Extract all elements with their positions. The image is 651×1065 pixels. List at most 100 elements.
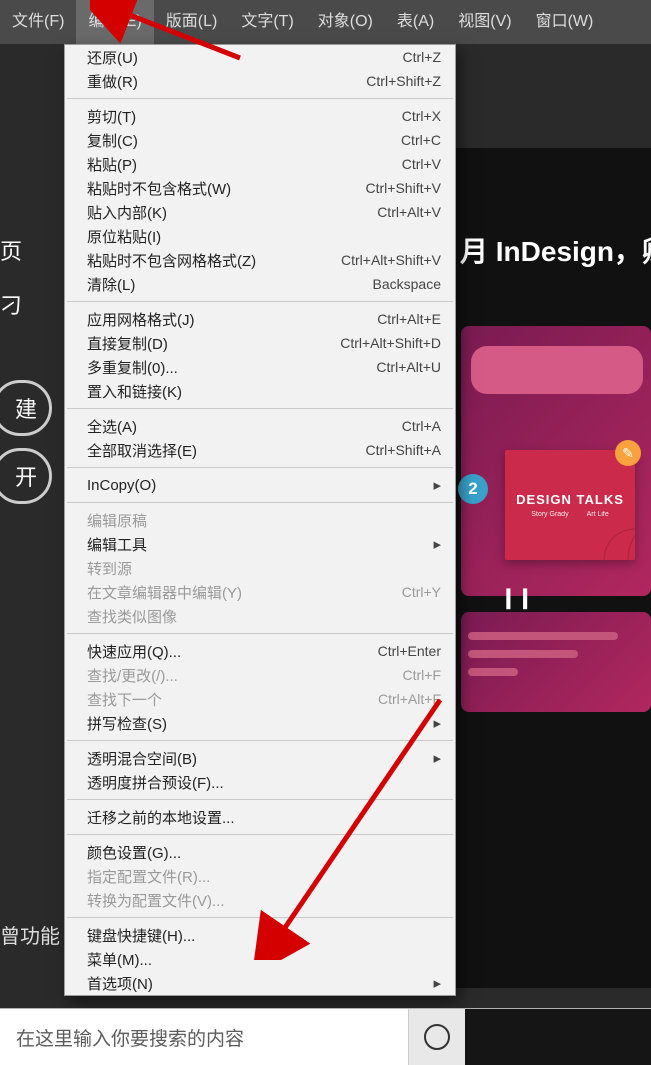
menu-item[interactable]: 快速应用(Q)...Ctrl+Enter bbox=[65, 639, 455, 663]
menu-item-label: 编辑原稿 bbox=[87, 510, 441, 531]
menu-item-shortcut: Ctrl+Shift+V bbox=[366, 180, 441, 196]
menu-item[interactable]: 粘贴时不包含网格格式(Z)Ctrl+Alt+Shift+V bbox=[65, 248, 455, 272]
cortana-button[interactable] bbox=[408, 1009, 465, 1065]
menu-item-label: 快速应用(Q)... bbox=[87, 641, 378, 662]
menu-item[interactable]: 多重复制(0)...Ctrl+Alt+U bbox=[65, 355, 455, 379]
menu-item-shortcut: Ctrl+V bbox=[402, 156, 441, 172]
menu-item[interactable]: 清除(L)Backspace bbox=[65, 272, 455, 296]
progress-bars bbox=[468, 632, 638, 676]
menu-item[interactable]: 颜色设置(G)... bbox=[65, 840, 455, 864]
menu-item-label: 键盘快捷键(H)... bbox=[87, 925, 441, 946]
menu-item-shortcut: Ctrl+Alt+E bbox=[377, 311, 441, 327]
menu-item[interactable]: 还原(U)Ctrl+Z bbox=[65, 45, 455, 69]
menu-item[interactable]: 置入和链接(K) bbox=[65, 379, 455, 403]
menu-item-label: 转到源 bbox=[87, 558, 441, 579]
menu-item-shortcut: Ctrl+Shift+Z bbox=[366, 73, 441, 89]
menu-item-label: 置入和链接(K) bbox=[87, 381, 441, 402]
menu-separator bbox=[67, 917, 453, 918]
menu-item-label: 查找/更改(/)... bbox=[87, 665, 403, 686]
create-button[interactable]: 建 bbox=[0, 380, 52, 436]
menu-separator bbox=[67, 408, 453, 409]
bridge-illustration bbox=[505, 520, 635, 560]
pause-icon[interactable]: ❙❙ bbox=[500, 585, 534, 610]
menu-separator bbox=[67, 301, 453, 302]
menu-item[interactable]: 重做(R)Ctrl+Shift+Z bbox=[65, 69, 455, 93]
cortana-icon bbox=[424, 1024, 450, 1050]
menu-item[interactable]: 原位粘贴(I) bbox=[65, 224, 455, 248]
menu-item-shortcut: Ctrl+Y bbox=[402, 584, 441, 600]
menu-item-label: 编辑工具 bbox=[87, 534, 433, 555]
menu-item[interactable]: 透明度拼合预设(F)... bbox=[65, 770, 455, 794]
open-button[interactable]: 开 bbox=[0, 448, 52, 504]
menu-item[interactable]: 拼写检查(S)▸ bbox=[65, 711, 455, 735]
menu-item[interactable]: 迁移之前的本地设置... bbox=[65, 805, 455, 829]
menu-item-label: 贴入内部(K) bbox=[87, 202, 377, 223]
menu-item: 查找/更改(/)...Ctrl+F bbox=[65, 663, 455, 687]
menu-table[interactable]: 表(A) bbox=[385, 0, 446, 44]
menu-item-label: 拼写检查(S) bbox=[87, 713, 433, 734]
menu-item[interactable]: 菜单(M)... bbox=[65, 947, 455, 971]
menu-item-shortcut: Ctrl+X bbox=[402, 108, 441, 124]
menu-object[interactable]: 对象(O) bbox=[306, 0, 385, 44]
menu-item-label: 粘贴时不包含格式(W) bbox=[87, 178, 366, 199]
menu-item[interactable]: 复制(C)Ctrl+C bbox=[65, 128, 455, 152]
menu-separator bbox=[67, 633, 453, 634]
menu-item[interactable]: 全部取消选择(E)Ctrl+Shift+A bbox=[65, 438, 455, 462]
menu-item[interactable]: 全选(A)Ctrl+A bbox=[65, 414, 455, 438]
menu-separator bbox=[67, 502, 453, 503]
menu-item-label: 迁移之前的本地设置... bbox=[87, 807, 441, 828]
menu-item-label: 全选(A) bbox=[87, 416, 402, 437]
play-step-badge: 2 bbox=[458, 474, 488, 504]
menu-item[interactable]: InCopy(O)▸ bbox=[65, 473, 455, 497]
menu-item[interactable]: 剪切(T)Ctrl+X bbox=[65, 104, 455, 128]
menu-item-label: 多重复制(0)... bbox=[87, 357, 376, 378]
design-talks-card: ✎ DESIGN TALKS Story Grady Art Life bbox=[505, 450, 635, 560]
edit-menu-dropdown: 还原(U)Ctrl+Z重做(R)Ctrl+Shift+Z 剪切(T)Ctrl+X复… bbox=[64, 44, 456, 996]
card-sub-1: Story Grady bbox=[531, 511, 568, 518]
menu-item-label: 查找下一个 bbox=[87, 689, 378, 710]
taskbar: 在这里输入你要搜索的内容 bbox=[0, 1008, 651, 1065]
menu-item[interactable]: 首选项(N)▸ bbox=[65, 971, 455, 995]
taskbar-search-input[interactable]: 在这里输入你要搜索的内容 bbox=[0, 1009, 408, 1065]
menu-item-label: 透明度拼合预设(F)... bbox=[87, 772, 441, 793]
menu-item: 编辑原稿 bbox=[65, 508, 455, 532]
menu-item: 转换为配置文件(V)... bbox=[65, 888, 455, 912]
menu-item-label: 查找类似图像 bbox=[87, 606, 441, 627]
menu-item-shortcut: Ctrl+C bbox=[401, 132, 441, 148]
menu-item-shortcut: Ctrl+Alt+V bbox=[377, 204, 441, 220]
menu-separator bbox=[67, 740, 453, 741]
menu-file[interactable]: 文件(F) bbox=[0, 0, 76, 44]
menu-item[interactable]: 应用网格格式(J)Ctrl+Alt+E bbox=[65, 307, 455, 331]
menubar: 文件(F) 编辑(E) 版面(L) 文字(T) 对象(O) 表(A) 视图(V)… bbox=[0, 0, 651, 44]
menu-edit[interactable]: 编辑(E) bbox=[76, 0, 153, 44]
menu-item-shortcut: Ctrl+A bbox=[402, 418, 441, 434]
menu-item-shortcut: Ctrl+F bbox=[403, 667, 442, 683]
menu-item-label: 在文章编辑器中编辑(Y) bbox=[87, 582, 402, 603]
menu-item[interactable]: 粘贴时不包含格式(W)Ctrl+Shift+V bbox=[65, 176, 455, 200]
menu-layout[interactable]: 版面(L) bbox=[154, 0, 230, 44]
menu-item[interactable]: 贴入内部(K)Ctrl+Alt+V bbox=[65, 200, 455, 224]
menu-view[interactable]: 视图(V) bbox=[446, 0, 523, 44]
submenu-arrow-icon: ▸ bbox=[433, 476, 441, 494]
menu-item-shortcut: Ctrl+Alt+Shift+D bbox=[340, 335, 441, 351]
menu-item-label: 转换为配置文件(V)... bbox=[87, 890, 441, 911]
menu-item[interactable]: 编辑工具▸ bbox=[65, 532, 455, 556]
menu-window[interactable]: 窗口(W) bbox=[524, 0, 606, 44]
menu-item-label: 应用网格格式(J) bbox=[87, 309, 377, 330]
menu-separator bbox=[67, 98, 453, 99]
menu-item-label: 菜单(M)... bbox=[87, 949, 441, 970]
menu-item: 查找下一个Ctrl+Alt+F bbox=[65, 687, 455, 711]
menu-item[interactable]: 粘贴(P)Ctrl+V bbox=[65, 152, 455, 176]
menu-item-shortcut: Ctrl+Shift+A bbox=[366, 442, 441, 458]
menu-type[interactable]: 文字(T) bbox=[229, 0, 305, 44]
submenu-arrow-icon: ▸ bbox=[433, 714, 441, 732]
menu-item-label: 透明混合空间(B) bbox=[87, 748, 433, 769]
menu-item[interactable]: 键盘快捷键(H)... bbox=[65, 923, 455, 947]
menu-item-label: 直接复制(D) bbox=[87, 333, 340, 354]
left-page-label: 页 bbox=[0, 234, 22, 266]
menu-item-shortcut: Ctrl+Enter bbox=[378, 643, 441, 659]
menu-item-label: 还原(U) bbox=[87, 47, 403, 68]
menu-item[interactable]: 直接复制(D)Ctrl+Alt+Shift+D bbox=[65, 331, 455, 355]
menu-item[interactable]: 透明混合空间(B)▸ bbox=[65, 746, 455, 770]
menu-item-label: 指定配置文件(R)... bbox=[87, 866, 441, 887]
